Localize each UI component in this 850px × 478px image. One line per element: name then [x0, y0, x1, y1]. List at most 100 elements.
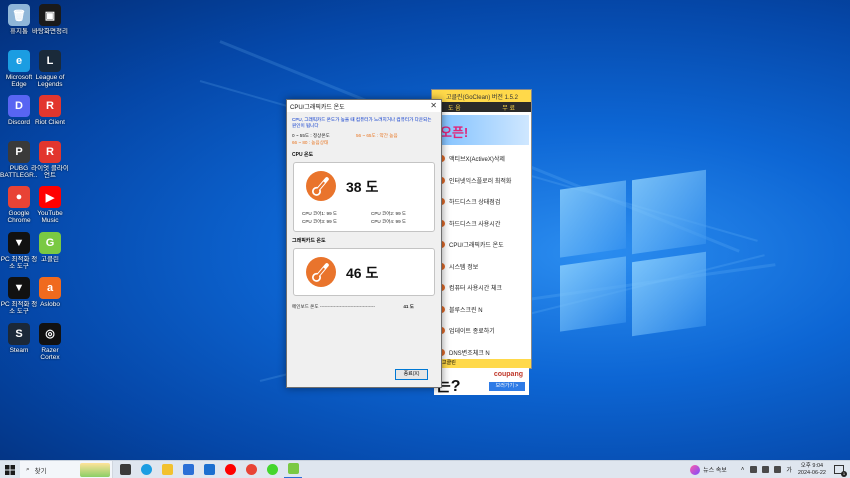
gpu-section-label: 그래픽카드 온도: [292, 238, 326, 244]
desktop-icon[interactable]: R 라이엇 클라이언트: [31, 140, 69, 179]
goclean-title: 고클린(GoClean) 버전 1.5.2: [432, 90, 531, 102]
cpu-core-1: CPU 코어1: 99 도: [302, 211, 338, 216]
menu-item-label: DNS변조체크 N: [449, 350, 490, 357]
news-widget[interactable]: 뉴스 속보: [690, 464, 727, 475]
app-glyph: [245, 464, 257, 475]
taskbar-app-list: [113, 461, 302, 478]
taskbar: ⌕ 찾기 뉴스 속보 ˄ 가 오후 9:04 2024-06-22 1: [0, 460, 850, 478]
desktop-icon-label: YouTube Music: [37, 210, 63, 224]
windows-icon: [5, 464, 15, 475]
app-icon: a: [39, 277, 61, 299]
clock[interactable]: 오후 9:04 2024-06-22: [798, 463, 826, 477]
menu-item-label: 하드디스크 사용시간: [449, 221, 501, 228]
menu-item-label: 인터넷익스플로러 최적화: [449, 178, 512, 185]
app-glyph: [203, 464, 215, 475]
exit-button[interactable]: 종료(X): [395, 369, 428, 380]
windows-logo-wallpaper: [560, 169, 710, 345]
ime-language[interactable]: 가: [786, 465, 792, 474]
clock-date: 2024-06-22: [797, 469, 826, 476]
desktop-icon[interactable]: ▶ YouTube Music: [31, 186, 69, 224]
desktop-icon-label: 라이엇 클라이언트: [31, 164, 69, 179]
goclean-menu-item[interactable]: CPU/그래픽카드 온도: [432, 234, 531, 256]
legend-high: 66 ~ 80 : 높음상태: [292, 139, 329, 145]
goclean-menu-item[interactable]: 컴퓨터 사용시간 체크: [432, 277, 531, 299]
menu-item-label: 시스템 정보: [449, 264, 479, 271]
coupang-ad[interactable]: 는? coupang 보러가기 >: [434, 367, 529, 395]
goclean-menu-item[interactable]: 블루스크린 N: [432, 299, 531, 321]
goclean-footer: 고클린: [432, 359, 531, 368]
gpu-temperature-value: 46 도: [346, 265, 379, 281]
temperature-legend: 0 ~ 55도 : 정상온도 56 ~ 65도 : 약간 높음 66 ~ 80 …: [287, 129, 441, 146]
widget-icon: [690, 464, 701, 475]
desktop-icon[interactable]: a Aslobo: [31, 277, 69, 308]
notification-icon[interactable]: 1: [834, 465, 847, 477]
notification-badge: 1: [841, 471, 847, 477]
search-highlight-image: [80, 462, 110, 477]
app-icon: L: [39, 49, 61, 72]
goclean-main-window[interactable]: 고클린(GoClean) 버전 1.5.2 도 움 무 료 오픈! 액티브X(A…: [431, 89, 532, 395]
app-glyph: [119, 464, 131, 475]
app-glyph: [287, 463, 299, 474]
app-icon: G: [39, 231, 61, 254]
menu-item-label: CPU/그래픽카드 온도: [449, 243, 504, 250]
system-tray: 뉴스 속보 ˄ 가 오후 9:04 2024-06-22 1: [690, 461, 850, 478]
store-icon[interactable]: [179, 461, 197, 478]
coupang-logo: coupang: [493, 371, 523, 378]
desktop-icon[interactable]: ▣ 바탕화면정리: [31, 4, 69, 35]
mail-icon[interactable]: [200, 461, 218, 478]
desktop-icon[interactable]: L League of Legends: [31, 49, 69, 88]
app-icon: ●: [8, 186, 30, 208]
app-icon: 🗑: [8, 4, 30, 26]
menu-item-label: 컴퓨터 사용시간 체크: [449, 286, 503, 293]
razer-icon[interactable]: [263, 461, 281, 478]
menu-help[interactable]: 도 움: [448, 103, 461, 112]
explorer-icon[interactable]: [158, 461, 176, 478]
mainboard-value: 41 도: [403, 304, 414, 309]
app-glyph: [161, 464, 173, 475]
display-icon[interactable]: [762, 466, 770, 473]
desktop-icon-label: League of Legends: [35, 73, 65, 88]
desktop-icon-label: Aslobo: [40, 301, 60, 308]
gpu-temperature-panel: 46 도: [293, 248, 435, 296]
goclean-menu-list: 액티브X(ActiveX)삭제인터넷익스플로러 최적화하드디스크 상태점검하드디…: [432, 148, 531, 363]
ad-go-button[interactable]: 보러가기 >: [489, 382, 525, 391]
mainboard-row: 메인보드 온도 --------------------------------…: [287, 296, 441, 310]
goclean-icon[interactable]: [284, 461, 302, 478]
dialog-titlebar[interactable]: CPU/그래픽카드 온도 ✕: [287, 100, 441, 112]
app-icon: ▶: [39, 186, 61, 208]
goclean-menu-item[interactable]: 인터넷익스플로러 최적화: [432, 170, 531, 192]
app-icon: ▼: [8, 231, 30, 254]
app-icon: ◎: [39, 322, 61, 345]
menu-item-label: 액티브X(ActiveX)삭제: [449, 157, 505, 164]
desktop-icon[interactable]: R Riot Client: [31, 95, 69, 126]
chevron-up-icon[interactable]: ˄: [741, 467, 745, 473]
app-glyph: [266, 464, 278, 475]
thermometer-icon: [306, 171, 336, 201]
goclean-menu: 도 움 무 료: [432, 102, 531, 112]
taskbar-search-box[interactable]: ⌕ 찾기: [20, 460, 113, 478]
desktop-icon[interactable]: G 고클린: [31, 231, 69, 263]
goclean-menu-item[interactable]: 액티브X(ActiveX)삭제: [432, 148, 531, 170]
network-icon[interactable]: [750, 466, 758, 473]
goclean-menu-item[interactable]: 시스템 정보: [432, 256, 531, 278]
edge-icon[interactable]: [137, 461, 155, 478]
menu-item-label: 블루스크린 N: [449, 307, 483, 314]
temperature-dialog: CPU/그래픽카드 온도 ✕ CPU, 그래픽카드 온도가 높을 때 컴퓨터가 …: [286, 99, 442, 388]
task-view-icon[interactable]: [116, 461, 134, 478]
desktop-icon[interactable]: ◎ Razer Cortex: [31, 322, 69, 361]
youtube-music-icon[interactable]: [221, 461, 239, 478]
goclean-menu-item[interactable]: 하드디스크 사용시간: [432, 213, 531, 235]
goclean-banner-ad[interactable]: 오픈!: [434, 115, 529, 145]
cpu-section-label: CPU 온도: [292, 152, 314, 158]
start-button[interactable]: [0, 461, 20, 478]
speaker-icon[interactable]: [774, 466, 782, 473]
close-icon[interactable]: ✕: [430, 102, 437, 110]
desktop-icon-label: 바탕화면정리: [32, 28, 68, 35]
menu-free[interactable]: 무 료: [502, 103, 515, 112]
cpu-core-4: CPU 코어4: 99 도: [371, 219, 407, 224]
goclean-menu-item[interactable]: 하드디스크 상태점검: [432, 191, 531, 213]
search-placeholder: 찾기: [34, 467, 47, 475]
goclean-menu-item[interactable]: 업데이트 종료하기: [432, 320, 531, 342]
chrome-icon[interactable]: [242, 461, 260, 478]
cpu-core-3: CPU 코어3: 99 도: [302, 219, 338, 224]
